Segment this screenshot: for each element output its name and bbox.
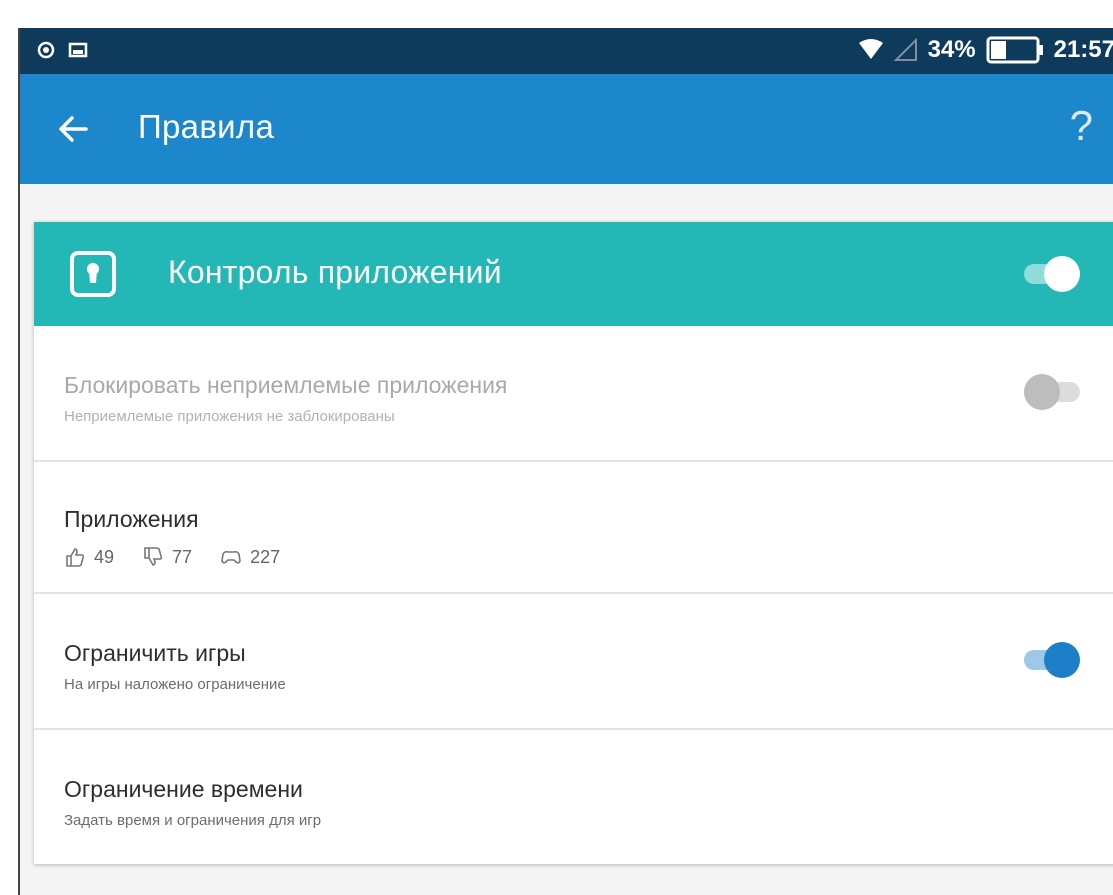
restrict-games-row[interactable]: Ограничить игры На игры наложено огранич… <box>34 594 1113 730</box>
row-title: Приложения <box>64 506 199 532</box>
restricted-count: 227 <box>250 546 281 567</box>
restrict-games-toggle[interactable] <box>1024 642 1080 678</box>
row-title: Ограничить игры <box>64 640 246 666</box>
app-bar: Правила ? <box>20 74 1113 184</box>
row-subtitle: Задать время и ограничения для игр <box>64 812 322 829</box>
battery-percent: 34% <box>927 36 976 63</box>
help-button[interactable]: ? <box>1070 102 1093 150</box>
row-title: Блокировать неприемлемые приложения <box>64 372 508 398</box>
gamepad-icon <box>221 550 241 564</box>
applications-row[interactable]: Приложения 49 77 227 <box>34 462 1113 594</box>
app-counts: 49 77 227 <box>64 546 308 568</box>
app-control-card: Контроль приложений Блокировать неприемл… <box>34 222 1113 864</box>
signal-icon <box>893 38 917 61</box>
blocked-count: 77 <box>172 546 193 567</box>
thumbs-down-icon <box>144 547 163 566</box>
card-title: Контроль приложений <box>168 254 502 290</box>
row-title: Ограничение времени <box>64 776 303 802</box>
app-control-toggle[interactable] <box>1024 256 1080 292</box>
row-subtitle: Неприемлемые приложения не заблокированы <box>64 408 395 425</box>
image-icon <box>68 42 88 58</box>
thumbs-up-icon <box>66 548 85 567</box>
block-inappropriate-row[interactable]: Блокировать неприемлемые приложения Непр… <box>34 326 1113 462</box>
clock: 21:57 <box>1053 36 1113 63</box>
row-subtitle: На игры наложено ограничение <box>64 676 286 693</box>
card-header: Контроль приложений <box>34 222 1113 326</box>
time-limit-row[interactable]: Ограничение времени Задать время и огран… <box>34 730 1113 864</box>
notification-icon <box>37 41 55 59</box>
keyhole-icon <box>70 251 116 297</box>
allowed-count: 49 <box>94 546 115 567</box>
page-title: Правила <box>138 108 275 145</box>
battery-icon <box>986 36 1043 64</box>
status-bar: 34% 21:57 <box>20 28 1113 74</box>
wifi-icon <box>858 39 883 59</box>
back-arrow-icon[interactable] <box>56 112 90 146</box>
block-inappropriate-toggle[interactable] <box>1024 374 1080 410</box>
device-screen: 34% 21:57 Правила ? Контроль приложений … <box>18 28 1113 895</box>
